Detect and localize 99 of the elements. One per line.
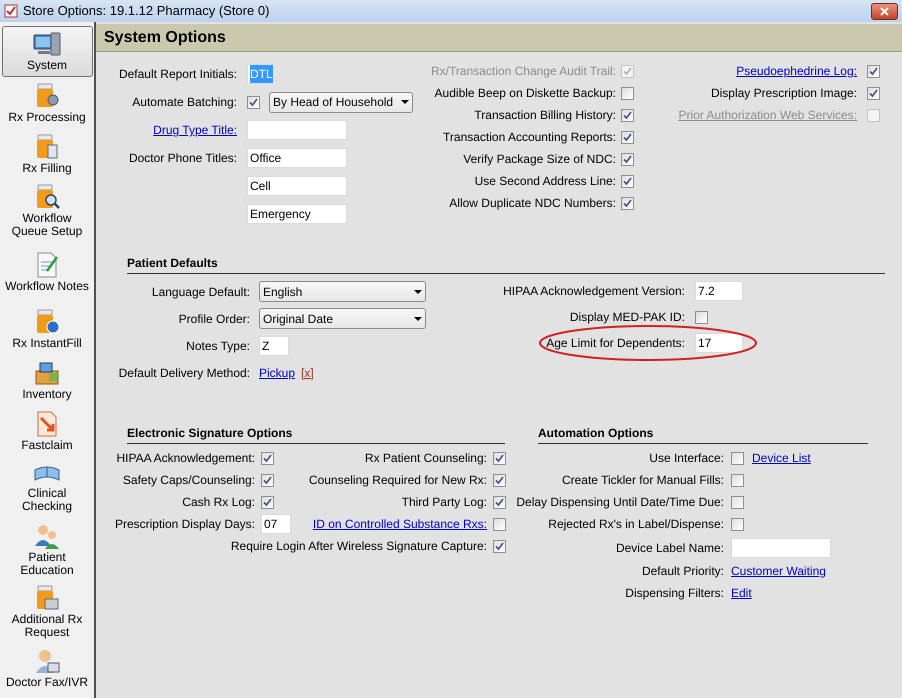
link[interactable]: Pickup bbox=[259, 364, 296, 382]
text-field[interactable] bbox=[247, 120, 347, 140]
checkbox[interactable] bbox=[621, 196, 634, 210]
sidebar-item[interactable]: Rx InstantFill bbox=[2, 303, 92, 354]
text-field[interactable]: Z bbox=[259, 336, 289, 356]
sidebar-item[interactable]: Workflow Notes bbox=[2, 241, 92, 303]
text-field[interactable]: 7.2 bbox=[695, 281, 743, 301]
field-label: Default Priority: bbox=[642, 563, 724, 580]
section-title: Patient Defaults bbox=[127, 256, 218, 270]
field-label: Counseling Required for New Rx: bbox=[308, 472, 487, 489]
close-icon bbox=[880, 6, 889, 16]
field-label: Display MED-PAK ID: bbox=[570, 309, 685, 326]
field-label: HIPAA Acknowledgement: bbox=[116, 450, 255, 467]
link[interactable]: Customer Waiting bbox=[731, 562, 826, 580]
checkbox[interactable] bbox=[621, 174, 634, 188]
checkbox[interactable] bbox=[731, 474, 744, 486]
field-label: Use Interface: bbox=[649, 450, 724, 467]
text-field[interactable]: Emergency bbox=[247, 204, 347, 224]
field-label: Rx Patient Counseling: bbox=[364, 450, 487, 467]
checkbox[interactable] bbox=[261, 452, 274, 464]
dropdown[interactable]: Original Date bbox=[259, 308, 426, 329]
checkbox[interactable] bbox=[621, 130, 634, 144]
checkbox[interactable] bbox=[867, 86, 880, 100]
sidebar-item[interactable]: Rx Filling bbox=[2, 128, 92, 179]
text-field[interactable]: 17 bbox=[695, 333, 743, 353]
text-field[interactable]: Cell bbox=[247, 176, 347, 196]
field-label: Language Default: bbox=[152, 284, 250, 300]
sidebar-item[interactable]: Patient Education bbox=[2, 518, 92, 580]
field-label: Safety Caps/Counseling: bbox=[122, 472, 255, 489]
field-label: Profile Order: bbox=[178, 310, 250, 328]
field-label: Rx/Transaction Change Audit Trail: bbox=[431, 63, 616, 80]
checkbox[interactable] bbox=[493, 474, 506, 486]
field-label: Verify Package Size of NDC: bbox=[463, 151, 616, 168]
field-label: Cash Rx Log: bbox=[182, 494, 255, 511]
sidebar-icon bbox=[32, 32, 62, 58]
text-field[interactable]: 07 bbox=[261, 514, 291, 534]
section-title: Electronic Signature Options bbox=[127, 426, 292, 440]
checkbox[interactable] bbox=[731, 518, 744, 530]
field-label: Third Party Log: bbox=[402, 494, 487, 511]
label-link[interactable]: ID on Controlled Substance Rxs: bbox=[312, 515, 487, 533]
label-link[interactable]: Drug Type Title: bbox=[153, 121, 237, 139]
window-title: Store Options: 19.1.12 Pharmacy (Store 0) bbox=[23, 2, 270, 20]
field-label: Device Label Name: bbox=[616, 540, 724, 556]
field-label: Doctor Phone Titles: bbox=[128, 150, 237, 167]
checklist-icon bbox=[4, 4, 18, 18]
dropdown[interactable]: By Head of Household bbox=[269, 92, 413, 112]
checkbox[interactable] bbox=[247, 96, 260, 108]
caret-icon bbox=[401, 100, 409, 104]
sidebar-item[interactable]: Inventory bbox=[2, 354, 92, 405]
field-label: Audible Beep on Diskette Backup: bbox=[434, 85, 616, 102]
checkbox[interactable] bbox=[493, 452, 506, 464]
field-label: Display Prescription Image: bbox=[710, 85, 857, 102]
field-label: Create Tickler for Manual Fills: bbox=[562, 472, 724, 489]
dropdown[interactable]: English bbox=[259, 281, 426, 302]
page-title: System Options bbox=[104, 28, 226, 48]
field-label: Allow Duplicate NDC Numbers: bbox=[449, 195, 616, 212]
label-link[interactable]: Pseudoephedrine Log: bbox=[736, 62, 857, 80]
checkbox[interactable] bbox=[867, 64, 880, 78]
field-label: Use Second Address Line: bbox=[474, 173, 616, 190]
checkbox[interactable] bbox=[731, 496, 744, 508]
text-field[interactable] bbox=[731, 538, 831, 558]
field-label: Rejected Rx's in Label/Dispense: bbox=[548, 516, 724, 533]
field-label: HIPAA Acknowledgement Version: bbox=[503, 283, 685, 300]
field-label: Require Login After Wireless Signature Capture: bbox=[230, 538, 487, 555]
checkbox[interactable] bbox=[493, 518, 506, 530]
field-label: Transaction Billing History: bbox=[474, 107, 616, 124]
field-label: Notes Type: bbox=[186, 338, 250, 354]
checkbox[interactable] bbox=[695, 310, 708, 324]
link[interactable]: Device List bbox=[752, 449, 811, 467]
close-button[interactable] bbox=[871, 2, 898, 20]
checkbox[interactable] bbox=[261, 496, 274, 508]
field-label: Transaction Accounting Reports: bbox=[443, 129, 616, 146]
caret-icon bbox=[414, 290, 422, 294]
field-label: Default Delivery Method: bbox=[118, 364, 250, 382]
checkbox[interactable] bbox=[731, 452, 744, 464]
sidebar-item[interactable]: Additional Rx Request bbox=[2, 580, 92, 642]
checkbox[interactable] bbox=[621, 152, 634, 166]
sidebar-item[interactable]: Fastclaim bbox=[2, 405, 92, 456]
sidebar-item[interactable]: Doctor Fax/IVR bbox=[2, 642, 92, 693]
field-label: Dispensing Filters: bbox=[625, 585, 724, 602]
checkbox[interactable] bbox=[621, 108, 634, 122]
checkbox[interactable] bbox=[493, 496, 506, 508]
field-label: Automate Batching: bbox=[132, 94, 237, 111]
text-field[interactable]: Office bbox=[247, 148, 347, 168]
section-title: Automation Options bbox=[538, 426, 654, 440]
sidebar-item[interactable]: System bbox=[2, 26, 92, 77]
remove-link[interactable]: [x] bbox=[301, 364, 314, 382]
checkbox[interactable] bbox=[493, 540, 506, 552]
sidebar-item[interactable]: Clinical Checking bbox=[2, 456, 92, 518]
field-label: Prescription Display Days: bbox=[114, 516, 255, 533]
sidebar-item[interactable]: Workflow Queue Setup bbox=[2, 179, 92, 241]
field-label: Age Limit for Dependents: bbox=[546, 335, 685, 352]
checkbox[interactable] bbox=[621, 86, 634, 100]
checkbox[interactable] bbox=[261, 474, 274, 486]
link[interactable]: Edit bbox=[731, 584, 752, 602]
sidebar-item[interactable]: Rx Processing bbox=[2, 77, 92, 128]
field-label: Delay Dispensing Until Date/Time Due: bbox=[516, 494, 724, 511]
caret-icon bbox=[414, 316, 422, 320]
field-label: Default Report Initials: bbox=[118, 66, 237, 83]
